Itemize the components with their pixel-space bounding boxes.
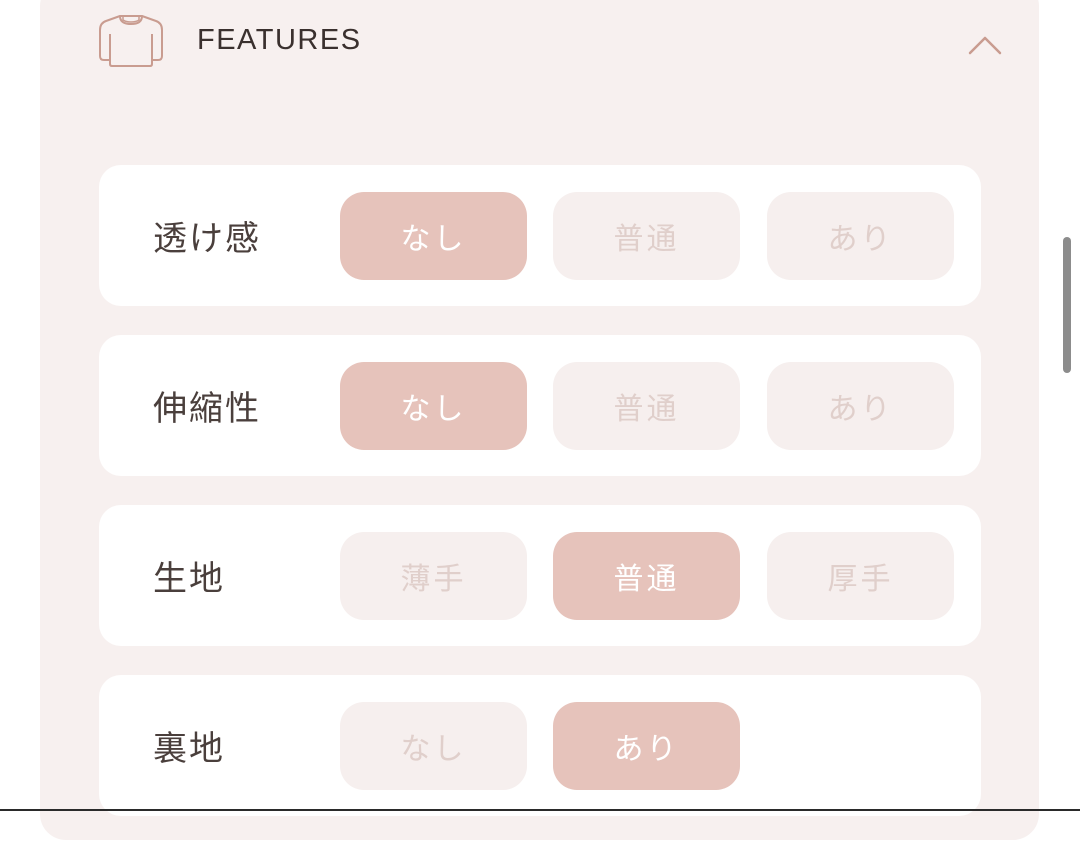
feature-row-fabric: 生地 薄手 普通 厚手 xyxy=(99,505,981,646)
option-button[interactable]: あり xyxy=(767,362,954,450)
option-button-selected[interactable]: なし xyxy=(340,362,527,450)
chevron-up-icon xyxy=(968,36,1002,55)
sweater-icon xyxy=(99,15,163,67)
option-button[interactable]: あり xyxy=(767,192,954,280)
collapse-button[interactable] xyxy=(960,25,1010,65)
feature-row-stretch: 伸縮性 なし 普通 あり xyxy=(99,335,981,476)
feature-label: 透け感 xyxy=(153,219,261,259)
option-button[interactable]: なし xyxy=(340,702,527,790)
option-button[interactable]: 普通 xyxy=(553,362,740,450)
section-title: FEATURES xyxy=(197,24,362,56)
feature-label: 生地 xyxy=(153,559,225,599)
features-panel: FEATURES 透け感 なし 普通 あり 伸縮性 なし 普通 あり 生地 薄手… xyxy=(40,0,1039,840)
option-button[interactable]: 薄手 xyxy=(340,532,527,620)
scrollbar-thumb[interactable] xyxy=(1063,237,1071,373)
option-button[interactable]: 厚手 xyxy=(767,532,954,620)
feature-row-lining: 裏地 なし あり xyxy=(99,675,981,816)
option-button-selected[interactable]: あり xyxy=(553,702,740,790)
feature-row-sheerness: 透け感 なし 普通 あり xyxy=(99,165,981,306)
features-header[interactable]: FEATURES xyxy=(40,0,1039,90)
option-button[interactable]: 普通 xyxy=(553,192,740,280)
option-button-selected[interactable]: 普通 xyxy=(553,532,740,620)
feature-list: 透け感 なし 普通 あり 伸縮性 なし 普通 あり 生地 薄手 普通 厚手 裏地… xyxy=(99,165,981,845)
feature-label: 裏地 xyxy=(153,729,225,769)
option-button-selected[interactable]: なし xyxy=(340,192,527,280)
feature-label: 伸縮性 xyxy=(153,389,261,429)
